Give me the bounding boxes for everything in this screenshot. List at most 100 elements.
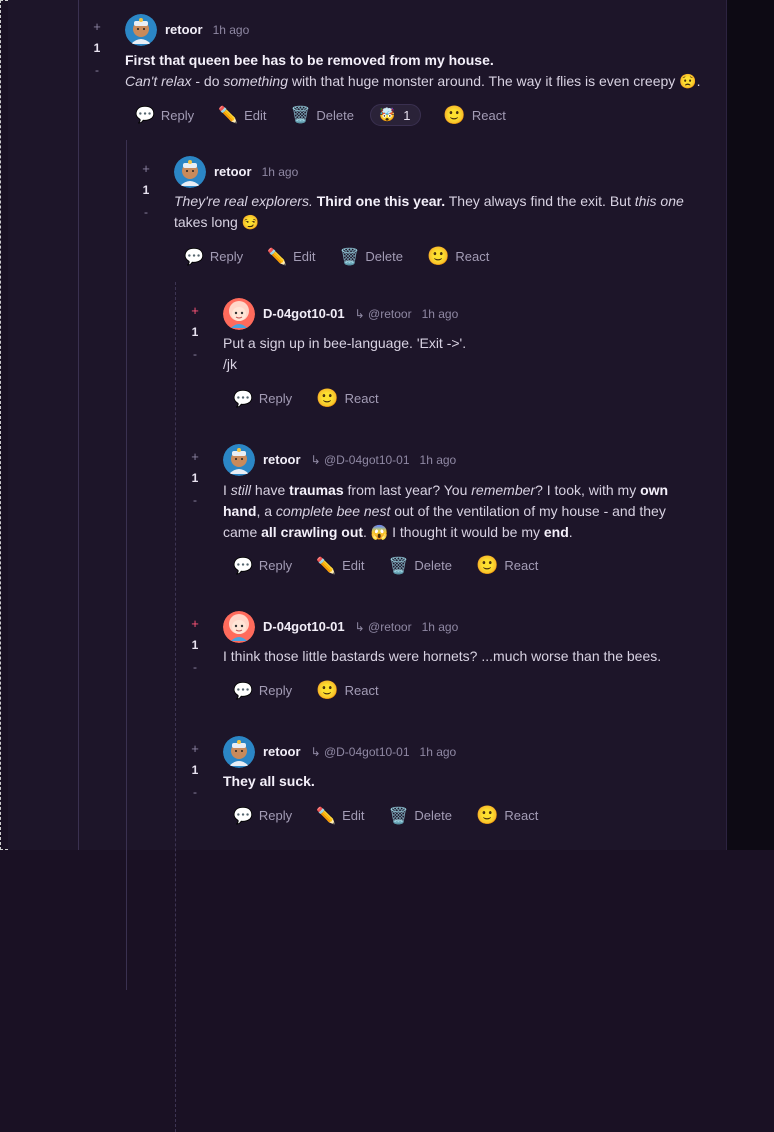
- reply-button[interactable]: 💬 Reply: [233, 556, 292, 576]
- downvote-button[interactable]: -: [188, 343, 202, 365]
- react-button[interactable]: 🙂 React: [316, 680, 378, 701]
- vote-score: 1: [191, 763, 199, 777]
- reply-label: Reply: [209, 249, 244, 264]
- author-name[interactable]: retoor: [263, 744, 301, 759]
- author-name[interactable]: D-04got10-01: [263, 619, 345, 634]
- downvote-button[interactable]: -: [188, 489, 202, 511]
- react-button[interactable]: 🙂 React: [427, 246, 489, 267]
- text-segment: . 😱 I thought it would be my: [363, 524, 544, 540]
- author-name[interactable]: retoor: [263, 452, 301, 467]
- pencil-icon: ✏️: [316, 807, 337, 825]
- reply-to-link[interactable]: ↳ @D-04got10-01: [311, 453, 410, 467]
- speech-bubble-icon: 💬: [233, 557, 253, 575]
- speech-bubble-icon: 💬: [184, 248, 204, 266]
- comment-actions: 💬 Reply 🙂 React: [233, 680, 403, 701]
- comment-text: I still have traumas from last year? You…: [223, 480, 713, 501]
- reaction-badge[interactable]: 🤯 1: [370, 104, 422, 126]
- comment-header: D-04got10-01 ↳ @retoor 1h ago: [263, 619, 458, 634]
- delete-button[interactable]: 🗑️ Delete: [340, 247, 404, 267]
- text-segment: I: [223, 482, 231, 498]
- text-segment: hand: [223, 503, 257, 519]
- timestamp: 1h ago: [212, 22, 250, 37]
- text-segment: traumas: [289, 482, 344, 498]
- react-button[interactable]: 🙂 React: [476, 555, 538, 576]
- text-segment: with that huge monster around. The way i…: [287, 73, 701, 89]
- reply-button[interactable]: 💬 Reply: [135, 105, 194, 125]
- upvote-button[interactable]: +: [188, 614, 202, 634]
- reply-button[interactable]: 💬 Reply: [184, 247, 243, 267]
- reply-label: Reply: [258, 391, 293, 406]
- delete-label: Delete: [414, 558, 452, 573]
- text-segment: this one: [634, 193, 684, 209]
- edit-button[interactable]: ✏️ Edit: [316, 556, 364, 576]
- react-button[interactable]: 🙂 React: [316, 388, 378, 409]
- edit-button[interactable]: ✏️ Edit: [218, 105, 266, 125]
- avatar[interactable]: [223, 298, 255, 330]
- comment-header: retoor 1h ago: [165, 22, 249, 37]
- reply-to-link[interactable]: ↳ @retoor: [355, 307, 412, 321]
- text-segment: Can't relax: [125, 73, 192, 89]
- delete-label: Delete: [316, 107, 354, 123]
- downvote-button[interactable]: -: [139, 201, 153, 223]
- edit-button[interactable]: ✏️ Edit: [316, 806, 364, 826]
- downvote-button[interactable]: -: [90, 59, 104, 81]
- text-segment: complete bee nest: [275, 503, 391, 519]
- comment-text: Can't relax - do something with that hug…: [125, 71, 715, 92]
- delete-button[interactable]: 🗑️ Delete: [389, 556, 453, 576]
- comment-header: retoor 1h ago: [214, 164, 298, 179]
- comment-body: Put a sign up in bee-language. 'Exit ->'…: [223, 333, 713, 375]
- avatar[interactable]: [125, 14, 157, 46]
- upvote-button[interactable]: +: [188, 301, 202, 321]
- timestamp: 1h ago: [261, 164, 299, 179]
- reply-button[interactable]: 💬 Reply: [233, 681, 292, 701]
- reply-label: Reply: [258, 808, 293, 823]
- comment-text: hand, a complete bee nest out of the ven…: [223, 501, 713, 522]
- downvote-button[interactable]: -: [188, 656, 202, 678]
- author-name[interactable]: retoor: [214, 164, 252, 179]
- text-segment: out of the ventilation of my house - and…: [390, 503, 666, 519]
- react-label: React: [504, 808, 539, 823]
- edit-label: Edit: [342, 808, 365, 823]
- comment-text: came all crawling out. 😱 I thought it wo…: [223, 522, 713, 543]
- comment-actions: 💬 Reply ✏️ Edit 🗑️ Delete 🙂 React: [233, 555, 562, 576]
- avatar[interactable]: [223, 444, 255, 476]
- vote-score: 1: [93, 41, 101, 55]
- text-segment: They always find the exit. But: [445, 193, 635, 209]
- smiley-icon: 🙂: [427, 246, 450, 266]
- comment-header: D-04got10-01 ↳ @retoor 1h ago: [263, 306, 458, 321]
- upvote-button[interactable]: +: [90, 17, 104, 37]
- upvote-button[interactable]: +: [139, 159, 153, 179]
- reply-to-link[interactable]: ↳ @retoor: [355, 620, 412, 634]
- react-label: React: [344, 683, 379, 698]
- downvote-button[interactable]: -: [188, 781, 202, 803]
- smiley-icon: 🙂: [476, 805, 499, 825]
- avatar[interactable]: [223, 611, 255, 643]
- reply-button[interactable]: 💬 Reply: [233, 389, 292, 409]
- timestamp: 1h ago: [419, 744, 457, 759]
- comment-text: First that queen bee has to be removed f…: [125, 52, 494, 68]
- delete-button[interactable]: 🗑️ Delete: [291, 105, 355, 125]
- thread-line-level-1: [78, 0, 79, 850]
- react-button[interactable]: 🙂 React: [443, 105, 505, 126]
- trash-icon: 🗑️: [388, 807, 409, 825]
- author-name[interactable]: D-04got10-01: [263, 306, 345, 321]
- avatar[interactable]: [223, 736, 255, 768]
- delete-button[interactable]: 🗑️ Delete: [389, 806, 453, 826]
- comment-actions: 💬 Reply ✏️ Edit 🗑️ Delete 🤯 1 🙂 React: [135, 104, 530, 126]
- timestamp: 1h ago: [419, 452, 457, 467]
- trash-icon: 🗑️: [388, 557, 409, 575]
- text-segment: still: [230, 482, 252, 498]
- author-name[interactable]: retoor: [165, 22, 203, 37]
- avatar[interactable]: [174, 156, 206, 188]
- reply-to-link[interactable]: ↳ @D-04got10-01: [311, 745, 410, 759]
- upvote-button[interactable]: +: [188, 447, 202, 467]
- delete-label: Delete: [365, 249, 403, 264]
- react-button[interactable]: 🙂 React: [476, 805, 538, 826]
- vote-score: 1: [191, 638, 199, 652]
- text-segment: remember: [471, 482, 536, 498]
- text-segment: .: [568, 524, 573, 540]
- edit-button[interactable]: ✏️ Edit: [267, 247, 315, 267]
- upvote-button[interactable]: +: [188, 739, 202, 759]
- comment-body: I think those little bastards were horne…: [223, 646, 713, 667]
- reply-button[interactable]: 💬 Reply: [233, 806, 292, 826]
